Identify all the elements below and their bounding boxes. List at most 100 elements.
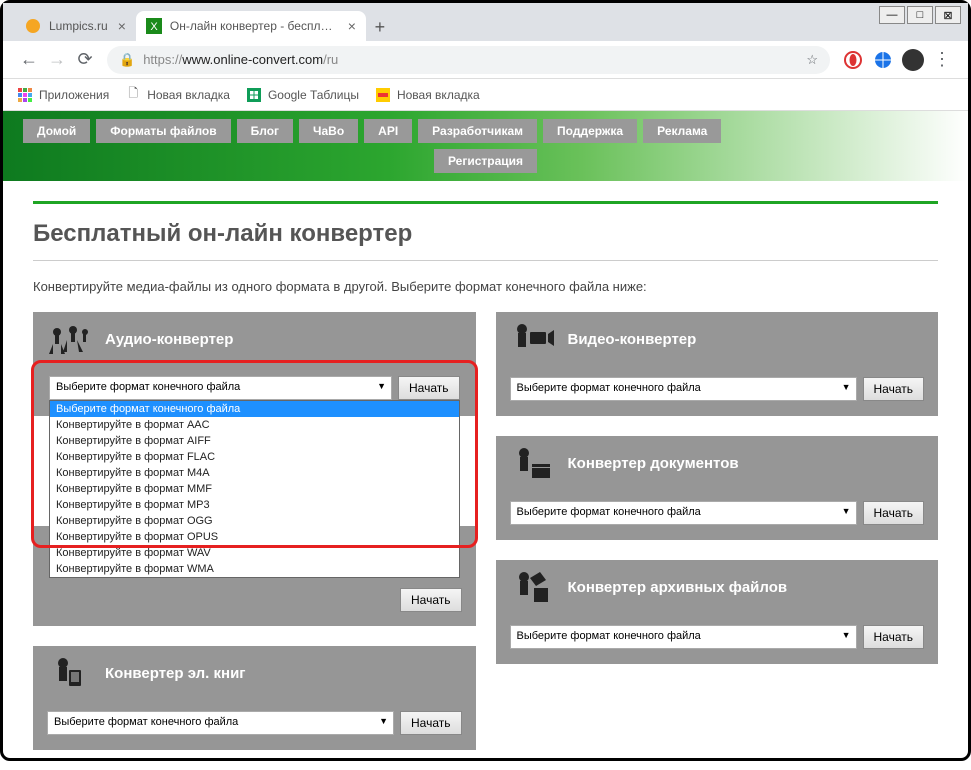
divider	[33, 260, 938, 261]
card-title: Аудио-конвертер	[105, 331, 233, 348]
audio-dropdown-open: Выберите формат конечного файла Начать В…	[41, 368, 468, 586]
bookmark-google-sheets[interactable]: Google Таблицы	[246, 87, 359, 103]
bookmark-star-icon[interactable]: ☆	[806, 52, 818, 68]
option-ogg[interactable]: Конвертируйте в формат OGG	[50, 513, 459, 529]
bookmark-label: Приложения	[39, 88, 109, 102]
favicon-lumpics	[25, 18, 41, 34]
format-select[interactable]: Выберите формат конечного файла	[510, 625, 857, 649]
start-button[interactable]: Начать	[400, 711, 462, 735]
nav-ads[interactable]: Реклама	[643, 119, 721, 143]
reload-button[interactable]: ⟳	[71, 46, 99, 74]
grid-col-right: Видео-конвертер Выберите формат конечног…	[496, 312, 939, 750]
format-select[interactable]: Выберите формат конечного файла	[510, 377, 857, 401]
format-select-open[interactable]: Выберите формат конечного файла	[49, 376, 392, 400]
divider-green	[33, 201, 938, 204]
nav-formats[interactable]: Форматы файлов	[96, 119, 230, 143]
nav-developers[interactable]: Разработчикам	[418, 119, 537, 143]
url-prefix: https://	[143, 52, 182, 67]
bookmark-apps[interactable]: Приложения	[17, 87, 109, 103]
page-title: Бесплатный он-лайн конвертер	[33, 220, 938, 248]
nav-faq[interactable]: ЧаВо	[299, 119, 358, 143]
card-title: Конвертер документов	[568, 455, 739, 472]
tab-lumpics[interactable]: Lumpics.ru ×	[15, 11, 136, 41]
close-icon[interactable]: ×	[118, 18, 126, 34]
bookmark-label: Новая вкладка	[147, 88, 230, 102]
start-button[interactable]: Начать	[400, 588, 462, 612]
card-title: Конвертер архивных файлов	[568, 579, 788, 596]
option-flac[interactable]: Конвертируйте в формат FLAC	[50, 449, 459, 465]
bookmark-new-tab[interactable]: 🗋 Новая вкладка	[125, 87, 230, 103]
option-opus[interactable]: Конвертируйте в формат OPUS	[50, 529, 459, 545]
card-title: Конвертер эл. книг	[105, 665, 246, 682]
forward-button[interactable]: →	[43, 46, 71, 74]
sheets-icon	[246, 87, 262, 103]
converter-grid: Аудио-конвертер Выберите формат конечног…	[33, 312, 938, 750]
extension-globe-icon[interactable]	[872, 49, 894, 71]
bookmarks-bar: Приложения 🗋 Новая вкладка Google Таблиц…	[3, 79, 968, 111]
bookmark-label: Google Таблицы	[268, 88, 359, 102]
browser-toolbar: ← → ⟳ 🔒 https:// www.online-convert.com …	[3, 41, 968, 79]
option-mmf[interactable]: Конвертируйте в формат MMF	[50, 481, 459, 497]
lock-icon: 🔒	[119, 52, 135, 68]
format-select[interactable]: Выберите формат конечного файла	[47, 711, 394, 735]
profile-avatar[interactable]	[902, 49, 924, 71]
start-button[interactable]: Начать	[863, 625, 925, 649]
extension-opera-icon[interactable]	[842, 49, 864, 71]
tab-title: Lumpics.ru	[49, 19, 108, 33]
card-ebooks: Конвертер эл. книг Выберите формат конеч…	[33, 646, 476, 750]
card-title: Видео-конвертер	[568, 331, 697, 348]
nav-support[interactable]: Поддержка	[543, 119, 637, 143]
nav-blog[interactable]: Блог	[237, 119, 293, 143]
card-docs: Конвертер документов Выберите формат кон…	[496, 436, 939, 540]
tab-online-convert[interactable]: X Он-лайн конвертер - бесплатно... ×	[136, 11, 366, 41]
option-mp3[interactable]: Конвертируйте в формат MP3	[50, 497, 459, 513]
svg-text:X: X	[150, 21, 158, 33]
page-content: Домой Форматы файлов Блог ЧаВо API Разра…	[3, 111, 968, 770]
option-wav[interactable]: Конвертируйте в формат WAV	[50, 545, 459, 561]
bookmark-label: Новая вкладка	[397, 88, 480, 102]
nav-home[interactable]: Домой	[23, 119, 90, 143]
card-video: Видео-конвертер Выберите формат конечног…	[496, 312, 939, 416]
option-placeholder[interactable]: Выберите формат конечного файла	[50, 401, 459, 417]
address-bar[interactable]: 🔒 https:// www.online-convert.com /ru ☆	[107, 46, 830, 74]
window-minimize[interactable]: —	[879, 6, 905, 24]
url-host: www.online-convert.com	[182, 52, 323, 67]
grid-col-left: Аудио-конвертер Выберите формат конечног…	[33, 312, 476, 750]
dropdown-options-list: Выберите формат конечного файла Конверти…	[49, 400, 460, 578]
page-subtitle: Конвертируйте медиа-файлы из одного форм…	[33, 279, 938, 294]
back-button[interactable]: ←	[15, 46, 43, 74]
option-wma[interactable]: Конвертируйте в формат WMA	[50, 561, 459, 577]
archive-icon	[510, 570, 554, 604]
tab-strip: Lumpics.ru × X Он-лайн конвертер - беспл…	[3, 3, 968, 41]
nav-api[interactable]: API	[364, 119, 412, 143]
nav-row-1: Домой Форматы файлов Блог ЧаВо API Разра…	[23, 119, 948, 143]
bookmark-new-tab-2[interactable]: Новая вкладка	[375, 87, 480, 103]
favicon-convert: X	[146, 18, 162, 34]
option-aac[interactable]: Конвертируйте в формат AAC	[50, 417, 459, 433]
ebook-icon	[47, 656, 91, 690]
nav-row-2: Регистрация	[23, 149, 948, 173]
apps-icon	[17, 87, 33, 103]
chrome-menu-button[interactable]: ⋮	[928, 46, 956, 74]
start-button[interactable]: Начать	[398, 376, 460, 400]
card-archive: Конвертер архивных файлов Выберите форма…	[496, 560, 939, 664]
nav-register[interactable]: Регистрация	[434, 149, 537, 173]
card-audio: Аудио-конвертер Выберите формат конечног…	[33, 312, 476, 416]
start-button[interactable]: Начать	[863, 501, 925, 525]
yandex-icon	[375, 87, 391, 103]
page-icon: 🗋	[125, 87, 141, 103]
window-maximize[interactable]: □	[907, 6, 933, 24]
close-icon[interactable]: ×	[348, 18, 356, 34]
option-aiff[interactable]: Конвертируйте в формат AIFF	[50, 433, 459, 449]
audio-icon	[47, 322, 91, 356]
new-tab-button[interactable]: +	[366, 13, 394, 41]
window-controls: — □ ⊠	[879, 6, 961, 24]
document-icon	[510, 446, 554, 480]
format-select[interactable]: Выберите формат конечного файла	[510, 501, 857, 525]
window-close[interactable]: ⊠	[935, 6, 961, 24]
option-m4a[interactable]: Конвертируйте в формат M4A	[50, 465, 459, 481]
url-path: /ru	[323, 52, 338, 67]
main-content: Бесплатный он-лайн конвертер Конвертируй…	[3, 181, 968, 770]
start-button[interactable]: Начать	[863, 377, 925, 401]
video-icon	[510, 322, 554, 356]
